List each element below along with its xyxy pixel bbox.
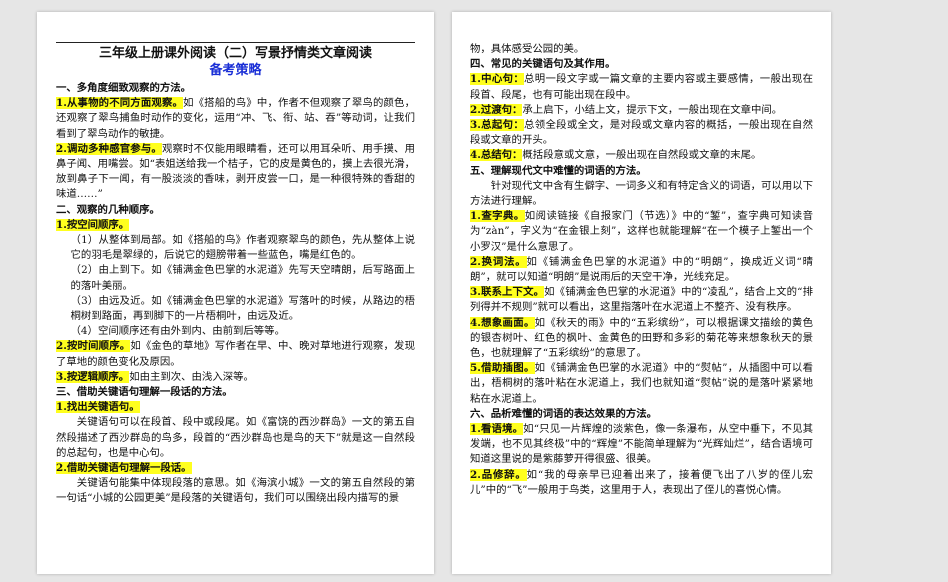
strategy-paragraph: 2.换词法。如《铺满金色巴掌的水泥道》中的“明朗”，换成近义词“晴朗”，就可以知…	[470, 255, 813, 285]
highlighted-key-point: 2.按时间顺序。	[56, 340, 131, 353]
section-heading: 二、观察的几种顺序。	[56, 203, 160, 216]
body-paragraph: 针对现代文中含有生僻字、一词多义和有特定含义的词语，可以用以下方法进行理解。	[470, 179, 813, 208]
highlighted-key-point: 3.联系上下文。	[470, 286, 545, 299]
strategy-paragraph: 1.看语境。如“只见一片辉煌的淡紫色，像一条瀑布，从空中垂下，不见其发端，也不见…	[470, 422, 813, 468]
highlighted-key-point: 5.借助插图。	[470, 362, 535, 375]
sub-item: （3）由远及近。如《铺满金色巴掌的水泥道》写落叶的时候，从路边的梧桐树到路面，再…	[70, 294, 415, 323]
highlighted-key-point: 1.查字典。	[470, 210, 525, 223]
document-title: 三年级上册课外阅读（二）写景抒情类文章阅读	[98, 46, 372, 61]
right-page-content: 物，具体感受公园的美。四、常见的关键语句及其作用。 1.中心句：总明一段文字或一篇…	[470, 42, 813, 498]
strategy-paragraph: 1.查字典。如阅读链接《自报家门（节选）》中的“錾”，查字典可知读音为“zàn”…	[470, 209, 813, 255]
highlighted-key-point: 4.总结句：	[470, 149, 523, 162]
continued-text: 物，具体感受公园的美。	[470, 43, 585, 55]
strategy-paragraph: 3.总起句：总领全段或全文，是对段或文章内容的概括，一般出现在自然段或文章的开头…	[470, 118, 813, 148]
section-heading: 六、品析难懂的词语的表达效果的方法。	[470, 407, 658, 420]
highlighted-key-point: 2.换词法。	[470, 255, 527, 268]
paragraph-text: 承上启下，小结上文，提示下文，一般出现在文章中间。	[522, 103, 783, 116]
document-page-right: 物，具体感受公园的美。四、常见的关键语句及其作用。 1.中心句：总明一段文字或一篇…	[452, 12, 831, 574]
strategy-paragraph: 1.从事物的不同方面观察。如《搭船的鸟》中，作者不但观察了翠鸟的颜色，还观察了翠…	[56, 96, 415, 142]
left-page-content: 一、多角度细致观察的方法。 1.从事物的不同方面观察。如《搭船的鸟》中，作者不但观…	[56, 81, 415, 507]
document-page-left: 三年级上册课外阅读（二）写景抒情类文章阅读 备考策略 一、多角度细致观察的方法。…	[37, 12, 434, 574]
strategy-paragraph: 3.联系上下文。如《铺满金色巴掌的水泥道》中的“凌乱”，结合上文的“排列得并不规…	[470, 285, 813, 315]
strategy-paragraph: 3.按逻辑顺序。如由主到次、由浅入深等。	[56, 370, 415, 385]
highlighted-key-point: 1.中心句：	[470, 73, 525, 86]
highlighted-key-point: 2.过渡句：	[470, 103, 523, 116]
sub-item: （2）由上到下。如《铺满金色巴掌的水泥道》先写天空晴朗，后写路面上的落叶美丽。	[70, 264, 415, 292]
sub-item: （1）从整体到局部。如《搭船的鸟》作者观察翠鸟的颜色，先从整体上说它的羽毛是翠绿…	[70, 234, 415, 262]
strategy-paragraph: 1.按空间顺序。	[56, 218, 415, 233]
highlighted-key-point: 2.借助关键语句理解一段话。	[56, 462, 192, 475]
highlighted-key-point: 2.调动多种感官参与。	[56, 142, 162, 155]
body-paragraph: 关键语句能集中体现段落的意思。如《海滨小城》一文的第五自然段的第一句话“小城的公…	[56, 477, 415, 505]
highlighted-key-point: 3.按逻辑顺序。	[56, 370, 130, 383]
paragraph-text: 概括段意或文意，一般出现在自然段或文章的末尾。	[522, 149, 762, 162]
section-heading: 一、多角度细致观察的方法。	[56, 82, 192, 94]
highlighted-key-point: 1.找出关键语句。	[56, 401, 140, 414]
section-heading: 五、理解现代文中难懂的词语的方法。	[470, 164, 647, 177]
section-heading: 四、常见的关键语句及其作用。	[470, 58, 616, 71]
highlighted-key-point: 1.按空间顺序。	[56, 218, 130, 231]
strategy-paragraph: 2.调动多种感官参与。观察时不仅能用眼睛看，还可以用耳朵听、用手摸、用鼻子闻、用…	[56, 142, 415, 203]
strategy-paragraph: 2.按时间顺序。如《金色的草地》写作者在早、中、晚对草地进行观察，发现了草地的颜…	[56, 339, 415, 369]
paragraph-text: 如由主到次、由浅入深等。	[129, 370, 254, 383]
title-rule	[56, 42, 415, 43]
highlighted-key-point: 1.从事物的不同方面观察。	[56, 97, 184, 110]
section-heading: 三、借助关键语句理解一段话的方法。	[56, 386, 233, 399]
strategy-paragraph: 5.借助插图。如《铺满金色巴掌的水泥道》中的“熨帖”，从插图中可以看出，梧桐树的…	[470, 361, 813, 407]
highlighted-key-point: 3.总起句：	[470, 119, 525, 132]
body-paragraph: 关键语句可以在段首、段中或段尾。如《富饶的西沙群岛》一文的第五自然段描述了西沙群…	[56, 416, 415, 459]
strategy-paragraph: 4.想象画面。如《秋天的雨》中的“五彩缤纷”，可以根据课文描绘的黄色的银杏树叶、…	[470, 316, 813, 362]
strategy-paragraph: 4.总结句：概括段意或文意，一般出现在自然段或文章的末尾。	[470, 148, 813, 163]
highlighted-key-point: 1.看语境。	[470, 423, 524, 436]
highlighted-key-point: 4.想象画面。	[470, 316, 535, 329]
highlighted-key-point: 2.品修辞。	[470, 468, 527, 481]
strategy-paragraph: 2.品修辞。如“我的母亲早已迎着出来了，接着便飞出了八岁的侄儿宏儿”中的“飞”一…	[470, 468, 813, 498]
strategy-paragraph: 2.过渡句：承上启下，小结上文，提示下文，一般出现在文章中间。	[470, 103, 813, 118]
strategy-paragraph: 1.找出关键语句。	[56, 400, 415, 415]
strategy-paragraph: 2.借助关键语句理解一段话。	[56, 461, 415, 476]
document-subtitle: 备考策略	[209, 63, 262, 78]
strategy-paragraph: 1.中心句：总明一段文字或一篇文章的主要内容或主要感情，一般出现在段首、段尾，也…	[470, 72, 813, 102]
sub-item: （4）空间顺序还有由外到内、由前到后等等。	[70, 325, 285, 338]
